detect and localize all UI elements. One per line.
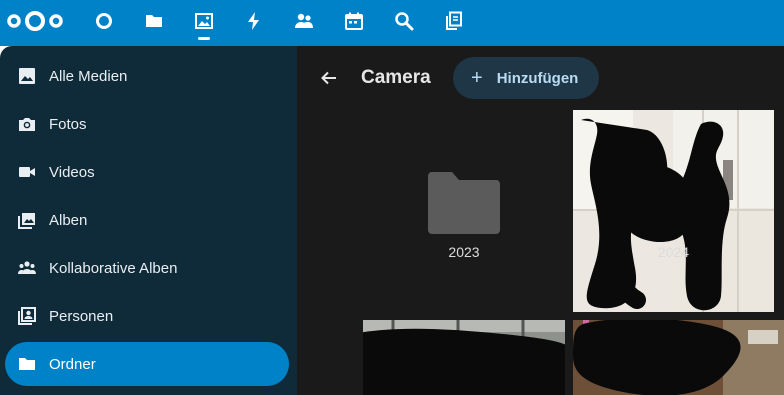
sidebar-item-alben[interactable]: Alben (5, 198, 289, 242)
person-card-icon (17, 306, 37, 326)
sidebar-item-alle-medien[interactable]: Alle Medien (5, 54, 289, 98)
sidebar-item-label: Fotos (49, 115, 87, 133)
dashboard-app-icon[interactable] (91, 8, 117, 34)
sidebar-item-kollaborative-alben[interactable]: Kollaborative Alben (5, 246, 289, 290)
sidebar-item-label: Personen (49, 307, 114, 325)
main-content: Camera + Hinzufügen 2023 2024 (297, 46, 784, 395)
folder-tile-2024[interactable]: 2024 (573, 110, 774, 312)
users-icon (17, 258, 37, 278)
arrow-left-icon (321, 71, 336, 85)
add-button-label: Hinzufügen (496, 69, 579, 87)
sidebar-item-label: Kollaborative Alben (49, 259, 178, 277)
folder-preview-image (363, 320, 565, 395)
folder-label: 2023 (448, 244, 480, 260)
photos-app-icon[interactable] (191, 8, 217, 34)
folder-tile-2023[interactable]: 2023 (363, 110, 565, 312)
files-app-icon[interactable] (141, 8, 167, 34)
sidebar-item-label: Alle Medien (49, 67, 128, 85)
notes-app-icon[interactable] (441, 8, 467, 34)
album-icon (17, 210, 37, 230)
folder-icon (17, 354, 37, 374)
add-button[interactable]: + Hinzufügen (453, 57, 599, 99)
sidebar-item-label: Alben (49, 211, 88, 229)
sidebar-item-label: Ordner (49, 355, 96, 373)
calendar-app-icon[interactable] (341, 8, 367, 34)
video-icon (17, 162, 37, 182)
plus-icon: + (471, 67, 483, 89)
camera-icon (17, 114, 37, 134)
navigation-sidebar: Alle Medien Fotos Videos Alben Kollabora… (0, 46, 297, 395)
sidebar-item-videos[interactable]: Videos (5, 150, 289, 194)
image-icon (17, 66, 37, 86)
folder-tile-preview[interactable] (573, 320, 784, 395)
folder-icon (428, 172, 500, 234)
back-button[interactable] (315, 64, 343, 92)
active-app-indicator (198, 37, 210, 40)
nextcloud-logo[interactable] (4, 8, 66, 34)
search-app-icon[interactable] (391, 8, 417, 34)
activity-app-icon[interactable] (241, 8, 267, 34)
sidebar-item-label: Videos (49, 163, 95, 181)
top-bar (0, 0, 784, 46)
sidebar-item-personen[interactable]: Personen (5, 294, 289, 338)
folder-preview-image (573, 320, 784, 395)
folder-preview-image (573, 110, 774, 312)
folder-tile-preview[interactable] (363, 320, 565, 395)
page-title: Camera (361, 67, 431, 88)
sidebar-item-ordner[interactable]: Ordner (5, 342, 289, 386)
sidebar-item-fotos[interactable]: Fotos (5, 102, 289, 146)
contacts-app-icon[interactable] (291, 8, 317, 34)
folder-label: 2024 (657, 244, 690, 260)
